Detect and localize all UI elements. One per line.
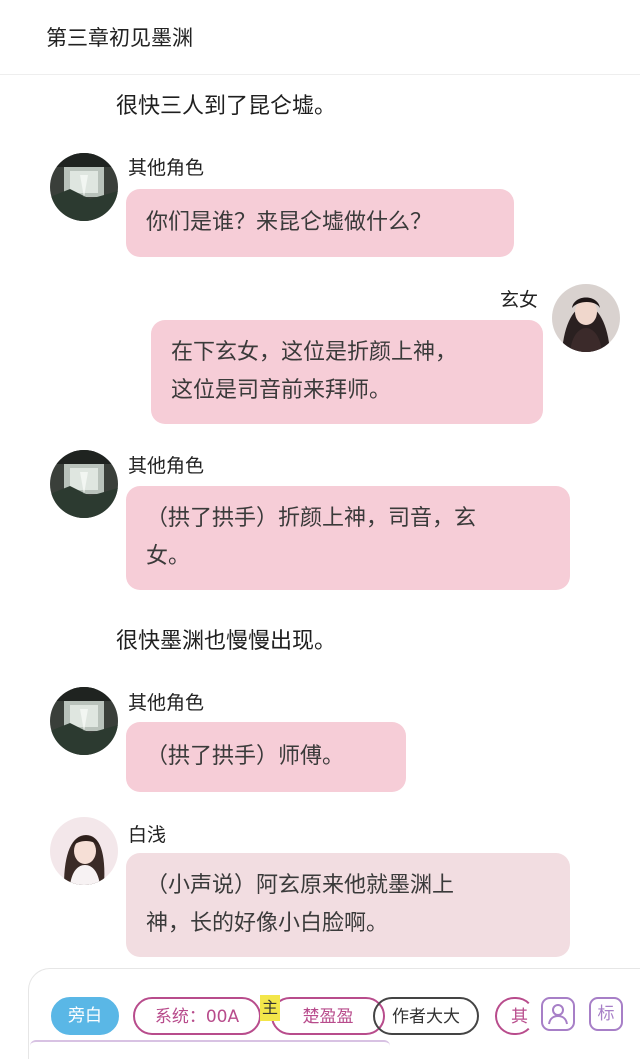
message-line: （拱了拱手）师傅。 [146,744,345,769]
message-bubble[interactable]: （小声说）阿玄原来他就墨渊上 神，长的好像小白脸啊。 [126,853,570,957]
speaker-name: 其他角色 [128,455,205,477]
landscape-avatar[interactable] [50,450,118,518]
narration-text: 很快墨渊也慢慢出现。 [116,629,337,654]
message-line: 在下玄女，这位是折颜上神， [171,340,458,365]
speaker-name: 玄女 [500,289,539,311]
system-role-chip[interactable]: 系统：00A [133,997,261,1035]
author-chip[interactable]: 作者大大 [373,997,479,1035]
narration-chip[interactable]: 旁白 [51,997,119,1035]
speaker-name: 白浅 [128,824,167,846]
chapter-header: 第三章初见墨渊 [0,0,640,75]
message-line: （拱了拱手）折颜上神，司音，玄 [146,506,477,531]
message-line: 这位是司音前来拜师。 [171,378,392,403]
message-line: 女。 [146,544,191,569]
message-bubble[interactable]: 你们是谁？来昆仑墟做什么？ [126,189,514,257]
message-bubble[interactable]: 在下玄女，这位是折颜上神， 这位是司音前来拜师。 [151,320,543,424]
main-role-badge: 主 [260,995,280,1021]
landscape-avatar[interactable] [50,153,118,221]
landscape-avatar[interactable] [50,687,118,755]
message-bubble[interactable]: （拱了拱手）师傅。 [126,722,406,792]
girl-avatar[interactable] [50,817,118,885]
woman-avatar[interactable] [552,284,620,352]
message-line: 你们是谁？来昆仑墟做什么？ [146,210,433,235]
message-bubble[interactable]: （拱了拱手）折颜上神，司音，玄 女。 [126,486,570,590]
message-line: 神，长的好像小白脸啊。 [146,911,389,936]
role-chip-chuyingying[interactable]: 楚盈盈 [271,997,385,1035]
role-chip-partial[interactable]: 其 [495,997,535,1035]
chapter-title: 第三章初见墨渊 [46,26,193,50]
message-line: （小声说）阿玄原来他就墨渊上 [146,873,455,898]
speaker-name: 其他角色 [128,692,205,714]
input-edge [30,1040,390,1048]
narration-text: 很快三人到了昆仑墟。 [116,94,337,119]
speaker-name: 其他角色 [128,157,205,179]
mark-button[interactable]: 标 [589,997,623,1031]
person-icon[interactable] [541,997,575,1031]
